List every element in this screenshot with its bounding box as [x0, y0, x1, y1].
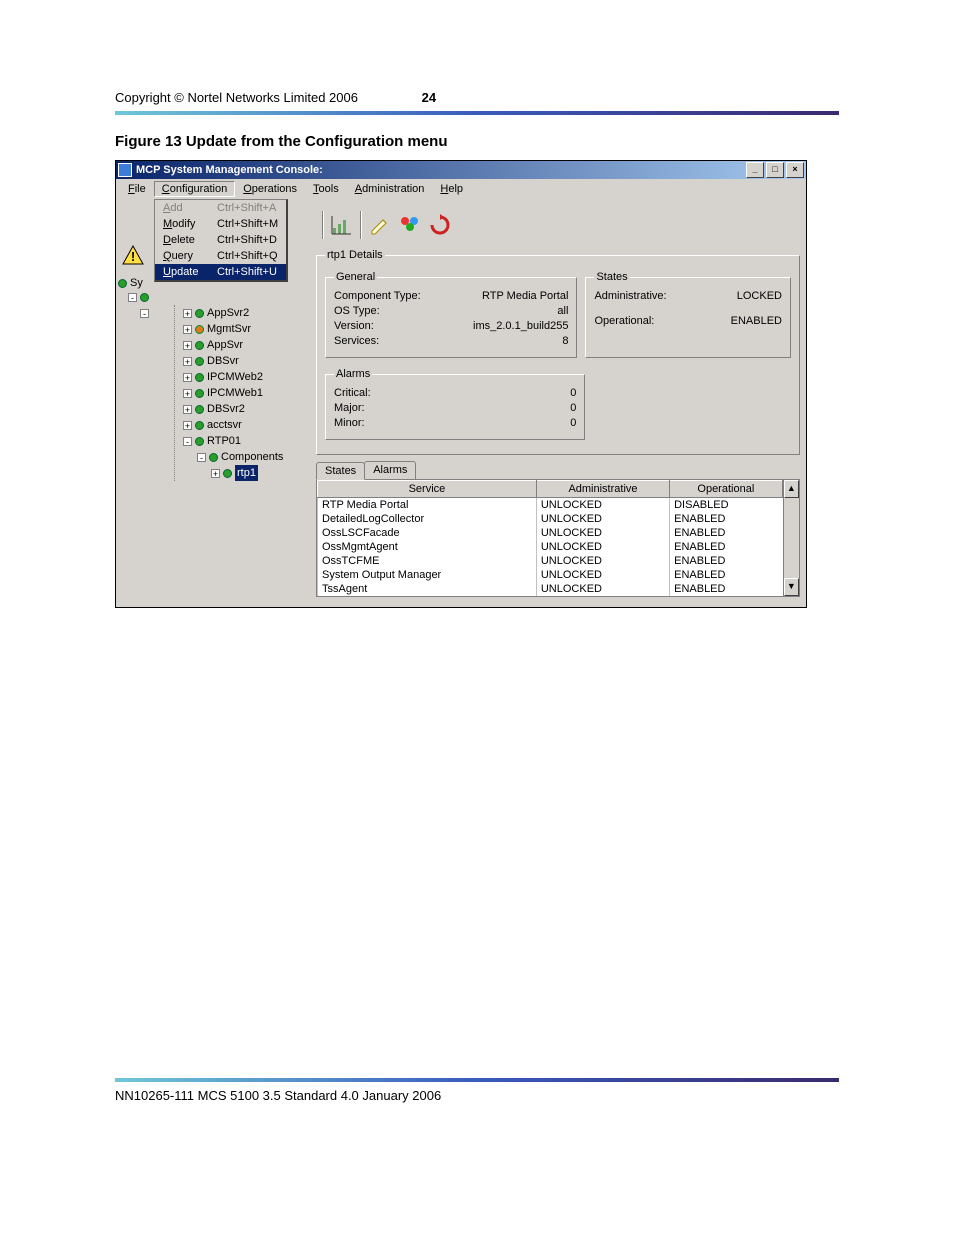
toolbar-separator [322, 211, 324, 239]
menu-item-update[interactable]: Update Ctrl+Shift+U [155, 264, 286, 280]
close-button[interactable]: × [786, 162, 804, 178]
states-fieldset: States Administrative:LOCKED Operational… [585, 271, 791, 358]
tree-node[interactable]: +IPCMWeb1 [183, 385, 316, 401]
maximize-button[interactable]: □ [766, 162, 784, 178]
status-dot-icon [223, 469, 232, 478]
table-row[interactable]: DetailedLogCollectorUNLOCKEDENABLED [318, 512, 783, 526]
alarms-fieldset: Alarms Critical:0 Major:0 Minor:0 [325, 368, 585, 440]
app-icon [118, 163, 132, 177]
tab-panel: Service Administrative Operational RTP M… [316, 479, 800, 597]
status-dot-icon [195, 421, 204, 430]
tree-node[interactable]: +MgmtSvr [183, 321, 316, 337]
tree-node[interactable]: +acctsvr [183, 417, 316, 433]
minimize-button[interactable]: _ [746, 162, 764, 178]
toolbar-separator [360, 211, 362, 239]
status-dot-icon [195, 341, 204, 350]
tree-node-selected[interactable]: +rtp1 [211, 465, 316, 481]
details-fieldset: rtp1 Details General Component Type:RTP … [316, 249, 800, 455]
tabs: States Alarms [316, 461, 800, 479]
footer-text: NN10265-111 MCS 5100 3.5 Standard 4.0 Ja… [115, 1088, 839, 1103]
menu-tools[interactable]: Tools [305, 181, 347, 197]
table-row[interactable]: RTP Media PortalUNLOCKEDDISABLED [318, 498, 783, 513]
scrollbar[interactable]: ▲ ▼ [783, 480, 799, 596]
status-dot-icon [195, 357, 204, 366]
menu-operations[interactable]: Operations [235, 181, 305, 197]
tree-node[interactable]: +AppSvr [183, 337, 316, 353]
menu-help[interactable]: Help [432, 181, 471, 197]
services-table: Service Administrative Operational RTP M… [317, 480, 783, 596]
app-window: MCP System Management Console: _ □ × Fil… [115, 160, 807, 608]
menubar: File Configuration Operations Tools Admi… [116, 179, 806, 199]
users-icon[interactable] [398, 213, 422, 237]
page-number: 24 [422, 90, 436, 105]
menu-item-modify[interactable]: Modify Ctrl+Shift+M [155, 216, 286, 232]
copyright-text: Copyright © Nortel Networks Limited 2006 [115, 90, 358, 105]
menu-file[interactable]: File [120, 181, 154, 197]
scroll-down-button[interactable]: ▼ [784, 578, 799, 596]
figure-title: Figure 13 Update from the Configuration … [115, 133, 839, 150]
page-header: Copyright © Nortel Networks Limited 2006… [115, 90, 839, 105]
footer-divider [115, 1078, 839, 1082]
tab-states[interactable]: States [316, 462, 365, 480]
tree-node[interactable]: +DBSvr [183, 353, 316, 369]
status-dot-icon [195, 389, 204, 398]
menu-item-query[interactable]: Query Ctrl+Shift+Q [155, 248, 286, 264]
col-service[interactable]: Service [318, 481, 537, 498]
refresh-icon[interactable] [428, 213, 452, 237]
status-dot-icon [195, 437, 204, 446]
tree-node[interactable]: -RTP01 [183, 433, 316, 449]
edit-icon[interactable] [368, 213, 392, 237]
tree-node[interactable]: +DBSvr2 [183, 401, 316, 417]
configuration-dropdown: Add Ctrl+Shift+A Modify Ctrl+Shift+M Del… [154, 199, 288, 282]
status-dot-icon [195, 309, 204, 318]
tree-node[interactable]: +AppSvr2 [183, 305, 316, 321]
tab-alarms[interactable]: Alarms [364, 461, 416, 479]
scroll-up-button[interactable]: ▲ [784, 480, 799, 498]
tree-node[interactable]: +IPCMWeb2 [183, 369, 316, 385]
details-pane: rtp1 Details General Component Type:RTP … [316, 199, 806, 607]
table-row[interactable]: OssMgmtAgentUNLOCKEDENABLED [318, 540, 783, 554]
server-tree: +AppSvr2 +MgmtSvr +AppSvr +DBSvr +IPCMWe… [170, 305, 316, 481]
status-dot-icon [195, 405, 204, 414]
table-row[interactable]: OssLSCFacadeUNLOCKEDENABLED [318, 526, 783, 540]
chart-icon[interactable] [330, 213, 354, 237]
table-row[interactable]: OssTCFMEUNLOCKEDENABLED [318, 554, 783, 568]
table-row[interactable]: System Output ManagerUNLOCKEDENABLED [318, 568, 783, 582]
status-dot-icon [195, 373, 204, 382]
status-dot-icon [209, 453, 218, 462]
titlebar: MCP System Management Console: _ □ × [116, 161, 806, 179]
table-row[interactable]: TssAgentUNLOCKEDENABLED [318, 582, 783, 596]
menu-administration[interactable]: Administration [347, 181, 433, 197]
status-dot-icon [195, 325, 204, 334]
menu-item-add[interactable]: Add Ctrl+Shift+A [155, 200, 286, 216]
col-operational[interactable]: Operational [670, 481, 782, 498]
header-divider [115, 111, 839, 115]
window-title: MCP System Management Console: [136, 164, 744, 176]
tree-node[interactable]: -Components [197, 449, 316, 465]
details-legend: rtp1 Details [325, 249, 385, 261]
col-administrative[interactable]: Administrative [536, 481, 669, 498]
toolbar [316, 205, 800, 245]
menu-configuration[interactable]: Configuration [154, 181, 235, 197]
general-fieldset: General Component Type:RTP Media Portal … [325, 271, 577, 358]
menu-item-delete[interactable]: Delete Ctrl+Shift+D [155, 232, 286, 248]
